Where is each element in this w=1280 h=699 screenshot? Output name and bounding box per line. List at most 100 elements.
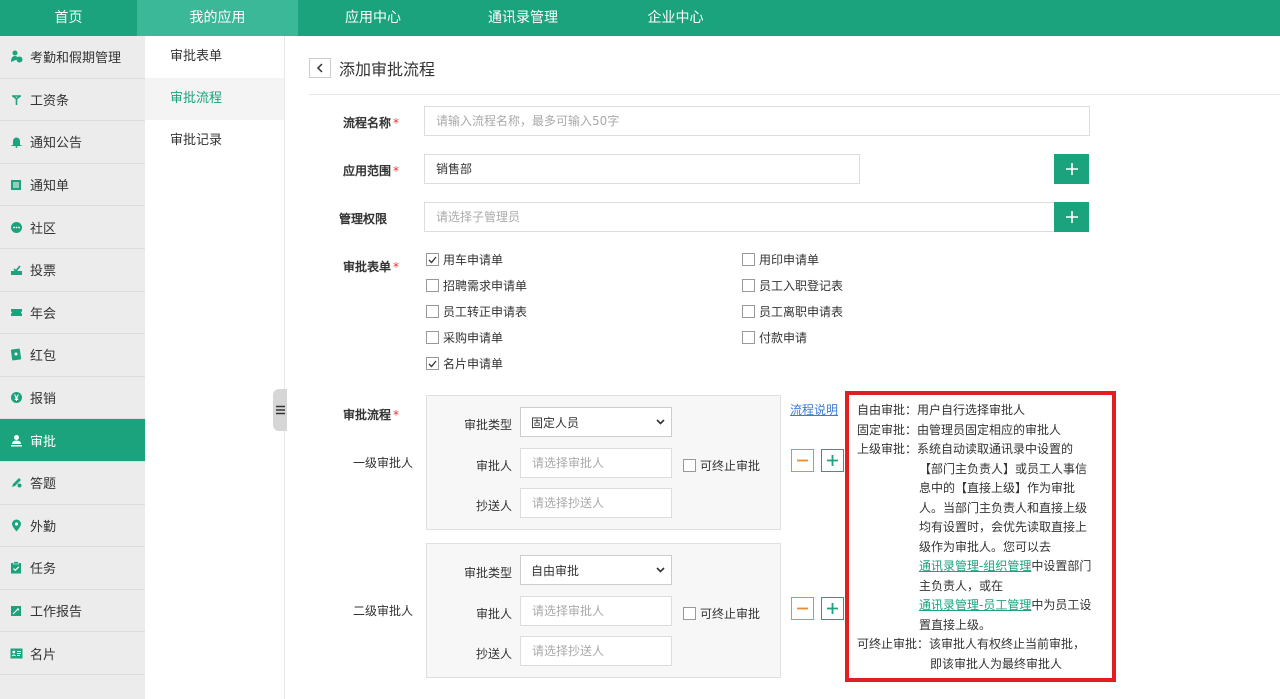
flow-label: 审批流程 * bbox=[342, 408, 399, 422]
sidebar: 考勤和假期管理 工资条 通知公告 通知单 社区 投票 年会 红包 报销 审批 答… bbox=[0, 36, 145, 699]
form-checkbox-item[interactable]: 名片申请单 bbox=[426, 355, 503, 372]
form-checkbox-item[interactable]: 采购申请单 bbox=[426, 329, 503, 346]
tab-app-center[interactable]: 应用中心 bbox=[298, 0, 448, 36]
approval-type-label: 审批类型 bbox=[463, 418, 512, 432]
sidebar-item-payslip[interactable]: 工资条 bbox=[0, 79, 145, 122]
checkbox-label: 员工转正申请表 bbox=[443, 305, 528, 319]
minus-icon bbox=[797, 459, 808, 462]
yen-coin-icon bbox=[9, 391, 23, 405]
tab-enterprise[interactable]: 企业中心 bbox=[598, 0, 753, 36]
cc-label: 抄送人 bbox=[475, 499, 512, 513]
approval-type-select[interactable]: 固定人员 bbox=[520, 407, 672, 437]
chevron-down-icon bbox=[656, 419, 665, 425]
sidebar-item-business-card[interactable]: 名片 bbox=[0, 632, 145, 675]
permission-input[interactable] bbox=[424, 202, 1055, 232]
tab-home[interactable]: 首页 bbox=[0, 0, 137, 36]
checkbox-checked[interactable] bbox=[426, 357, 439, 370]
scope-field[interactable]: 销售部 bbox=[424, 154, 860, 184]
sidebar-item-label: 考勤和假期管理 bbox=[30, 51, 122, 67]
plus-icon bbox=[827, 603, 838, 614]
cc-input[interactable] bbox=[520, 636, 672, 666]
add-level-button[interactable] bbox=[821, 597, 844, 620]
approver-input[interactable] bbox=[520, 596, 672, 626]
help-line: 通讯录管理-组织管理中设置部门 bbox=[919, 559, 1092, 573]
form-checkbox-item[interactable]: 付款申请 bbox=[742, 329, 807, 346]
remove-level-button[interactable] bbox=[791, 449, 814, 472]
submenu-approval-records[interactable]: 审批记录 bbox=[145, 120, 284, 162]
checkbox[interactable] bbox=[683, 607, 696, 620]
add-admin-button[interactable] bbox=[1054, 202, 1089, 232]
help-line: 可终止审批：该审批人有权终止当前审批， bbox=[857, 637, 1086, 651]
add-scope-button[interactable] bbox=[1054, 154, 1089, 184]
form-checkbox-item[interactable]: 招聘需求申请单 bbox=[426, 277, 527, 294]
sidebar-item-label: 外勤 bbox=[30, 519, 57, 535]
checkbox[interactable] bbox=[742, 253, 755, 266]
sidebar-item-field-work[interactable]: 外勤 bbox=[0, 505, 145, 548]
help-line: 自由审批：用户自行选择审批人 bbox=[857, 403, 1026, 417]
sidebar-item-community[interactable]: 社区 bbox=[0, 206, 145, 249]
cc-label: 抄送人 bbox=[475, 647, 512, 661]
sidebar-item-label: 答题 bbox=[30, 477, 57, 493]
checkbox[interactable] bbox=[426, 305, 439, 318]
sidebar-item-announcement[interactable]: 通知公告 bbox=[0, 121, 145, 164]
person-stamp-icon bbox=[9, 433, 23, 447]
help-line: 级作为审批人。您可以去 bbox=[919, 539, 1052, 554]
cc-input[interactable] bbox=[520, 488, 672, 518]
divider bbox=[309, 94, 1280, 95]
flow-name-input[interactable] bbox=[424, 106, 1090, 136]
report-icon bbox=[9, 604, 23, 618]
checkbox[interactable] bbox=[742, 331, 755, 344]
plus-icon bbox=[827, 455, 838, 466]
add-level-button[interactable] bbox=[821, 449, 844, 472]
sidebar-item-quiz[interactable]: 答题 bbox=[0, 462, 145, 505]
sidebar-item-label: 任务 bbox=[30, 562, 57, 578]
checkbox-label: 名片申请单 bbox=[443, 357, 504, 371]
sidebar-item-label: 名片 bbox=[30, 647, 57, 663]
tab-contacts[interactable]: 通讯录管理 bbox=[448, 0, 598, 36]
sidebar-item-work-report[interactable]: 工作报告 bbox=[0, 590, 145, 633]
remove-level-button[interactable] bbox=[791, 597, 814, 620]
back-button[interactable] bbox=[309, 58, 331, 78]
approval-type-select[interactable]: 自由审批 bbox=[520, 555, 672, 585]
form-checkbox-item[interactable]: 用车申请单 bbox=[426, 251, 503, 268]
terminate-checkbox-item[interactable]: 可终止审批 bbox=[683, 457, 760, 474]
sidebar-item-label: 年会 bbox=[30, 306, 57, 322]
plus-icon bbox=[1065, 211, 1078, 223]
sidebar-item-reimbursement[interactable]: 报销 bbox=[0, 377, 145, 420]
checkbox-label: 员工入职登记表 bbox=[759, 279, 844, 293]
checkbox[interactable] bbox=[742, 305, 755, 318]
main-content: 添加审批流程 流程名称* 应用范围* 销售部 管理权限 审批表单* 用车申请单 … bbox=[287, 36, 1280, 699]
form-checkbox-item[interactable]: 员工转正申请表 bbox=[426, 303, 527, 320]
level1-label: 一级审批人 bbox=[353, 456, 414, 470]
terminate-checkbox-item[interactable]: 可终止审批 bbox=[683, 605, 760, 622]
submenu-approval-forms[interactable]: 审批表单 bbox=[145, 36, 284, 78]
form-checkbox-item[interactable]: 用印申请单 bbox=[742, 251, 819, 268]
check-icon bbox=[428, 256, 437, 263]
checkbox[interactable] bbox=[426, 331, 439, 344]
sidebar-item-task[interactable]: 任务 bbox=[0, 547, 145, 590]
sidebar-item-red-envelope[interactable]: 红包 bbox=[0, 334, 145, 377]
form-checkbox-item[interactable]: 员工入职登记表 bbox=[742, 277, 843, 294]
submenu-approval-flow[interactable]: 审批流程 bbox=[145, 78, 284, 120]
vote-icon bbox=[9, 263, 23, 277]
checkbox[interactable] bbox=[742, 279, 755, 292]
flow-help-link[interactable]: 流程说明 bbox=[790, 401, 838, 418]
checkbox[interactable] bbox=[683, 459, 696, 472]
sidebar-item-approval[interactable]: 审批 bbox=[0, 419, 145, 462]
collapse-handle[interactable] bbox=[273, 389, 287, 431]
org-management-link[interactable]: 通讯录管理-组织管理 bbox=[919, 559, 1031, 573]
form-checkbox-item[interactable]: 员工离职申请表 bbox=[742, 303, 843, 320]
staff-management-link[interactable]: 通讯录管理-员工管理 bbox=[919, 598, 1031, 612]
approver-input[interactable] bbox=[520, 448, 672, 478]
sidebar-item-label: 审批 bbox=[30, 434, 57, 450]
sidebar-item-vote[interactable]: 投票 bbox=[0, 249, 145, 292]
level1-box: 审批类型 固定人员 审批人 可终止审批 抄送人 bbox=[426, 395, 781, 530]
sidebar-item-attendance[interactable]: 考勤和假期管理 bbox=[0, 36, 145, 79]
sidebar-item-annual-party[interactable]: 年会 bbox=[0, 292, 145, 335]
sidebar-item-notice[interactable]: 通知单 bbox=[0, 164, 145, 207]
checkbox-checked[interactable] bbox=[426, 253, 439, 266]
checkbox[interactable] bbox=[426, 279, 439, 292]
tab-my-apps[interactable]: 我的应用 bbox=[137, 0, 298, 36]
flow-name-label: 流程名称 * bbox=[342, 116, 399, 130]
chat-bubble-icon bbox=[9, 220, 23, 234]
